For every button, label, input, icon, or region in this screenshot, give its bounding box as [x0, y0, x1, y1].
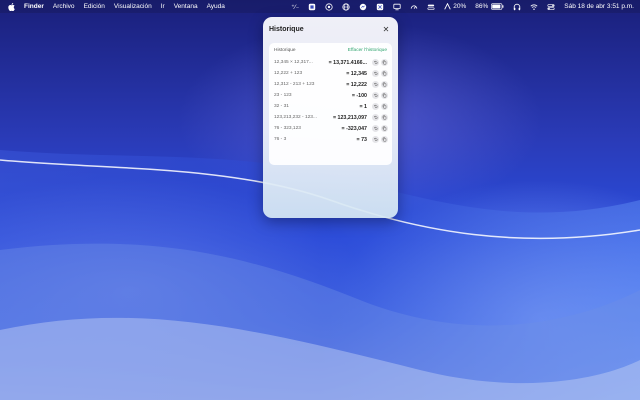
copy-icon[interactable] [381, 92, 388, 99]
popover-title: Historique [269, 26, 304, 33]
history-popover: Historique ✕ Historique Effacer l'histor… [263, 17, 398, 218]
history-result: = 1 [359, 103, 367, 110]
battery-group[interactable]: 86% [475, 3, 504, 11]
globe-icon[interactable] [342, 2, 350, 11]
menu-ventana[interactable]: Ventana [174, 3, 198, 10]
history-row[interactable]: 76 - 3 = 73 [269, 134, 392, 145]
clear-history-link[interactable]: Effacer l'historique [348, 48, 387, 53]
menu-bar: Finder Archivo Edición Visualización Ir … [0, 0, 640, 13]
history-result: = -323,047 [341, 125, 367, 132]
history-result: = 13,371.4166... [328, 59, 367, 66]
reuse-icon[interactable] [372, 125, 379, 132]
app-name-menu[interactable]: Finder [24, 3, 44, 10]
calculator-status-icon[interactable]: ⁺⁄₋ [291, 3, 299, 11]
close-icon[interactable]: ✕ [382, 25, 390, 34]
menu-visualizacion[interactable]: Visualización [114, 3, 152, 10]
reuse-icon[interactable] [372, 81, 379, 88]
history-row[interactable]: 12,312 - 213 + 123 = 12,222 [269, 79, 392, 90]
reuse-icon[interactable] [372, 114, 379, 121]
menu-ayuda[interactable]: Ayuda [207, 3, 225, 10]
control-icon[interactable] [427, 3, 435, 11]
history-list: 12,345 × 12,317... = 13,371.4166... 12,222… [269, 57, 392, 145]
reuse-icon[interactable] [372, 92, 379, 99]
history-expression: 23 - 123 [274, 93, 292, 98]
battery-icon [491, 3, 504, 10]
aperture-icon[interactable] [325, 2, 333, 11]
copy-icon[interactable] [381, 103, 388, 110]
copy-icon[interactable] [381, 59, 388, 66]
history-result: = 12,222 [346, 81, 367, 88]
copy-icon[interactable] [381, 136, 388, 143]
battery-percent: 86% [475, 3, 489, 10]
capcut-icon[interactable] [376, 3, 384, 11]
brightness-percent: 20% [453, 3, 467, 10]
history-expression: 123,213,232 - 123... [274, 115, 317, 120]
display-icon[interactable] [393, 3, 401, 11]
speedometer-icon[interactable] [410, 3, 418, 11]
history-card: Historique Effacer l'historique 12,345 ×… [269, 43, 392, 165]
history-row[interactable]: 23 - 123 = -100 [269, 90, 392, 101]
reuse-icon[interactable] [372, 103, 379, 110]
reuse-icon[interactable] [372, 70, 379, 77]
history-expression: 12,345 × 12,317... [274, 60, 313, 65]
messenger-icon[interactable] [359, 3, 367, 11]
app-status-icon[interactable] [308, 3, 316, 11]
history-expression: 76 - 323,123 [274, 126, 301, 131]
headphones-icon[interactable] [513, 3, 521, 11]
history-row[interactable]: 12,345 × 12,317... = 13,371.4166... [269, 57, 392, 68]
copy-icon[interactable] [381, 114, 388, 121]
apple-menu-icon[interactable] [8, 2, 15, 11]
history-row[interactable]: 123,213,232 - 123... = 123,213,097 [269, 112, 392, 123]
history-row[interactable]: 32 - 31 = 1 [269, 101, 392, 112]
history-expression: 32 - 31 [274, 104, 289, 109]
reuse-icon[interactable] [372, 59, 379, 66]
wifi-icon[interactable] [530, 3, 538, 11]
history-label: Historique [274, 48, 296, 53]
menu-archivo[interactable]: Archivo [53, 3, 75, 10]
copy-icon[interactable] [381, 125, 388, 132]
history-row[interactable]: 76 - 323,123 = -323,047 [269, 123, 392, 134]
control-center-icon[interactable] [547, 3, 555, 11]
history-header: Historique Effacer l'historique [274, 46, 387, 55]
copy-icon[interactable] [381, 70, 388, 77]
menu-edicion[interactable]: Edición [84, 3, 105, 10]
history-result: = 123,213,097 [332, 114, 367, 121]
history-result: = -100 [351, 92, 367, 99]
menubar-clock[interactable]: Sáb 18 de abr 3:51 p.m. [564, 3, 634, 10]
history-result: = 12,345 [346, 70, 367, 77]
history-row[interactable]: 12,222 + 123 = 12,345 [269, 68, 392, 79]
history-result: = 73 [356, 136, 367, 143]
menu-ir[interactable]: Ir [161, 3, 165, 10]
history-expression: 76 - 3 [274, 137, 287, 142]
brightness-up-icon[interactable]: 20% [444, 3, 466, 11]
copy-icon[interactable] [381, 81, 388, 88]
history-expression: 12,312 - 213 + 123 [274, 82, 315, 87]
history-expression: 12,222 + 123 [274, 71, 303, 76]
reuse-icon[interactable] [372, 136, 379, 143]
